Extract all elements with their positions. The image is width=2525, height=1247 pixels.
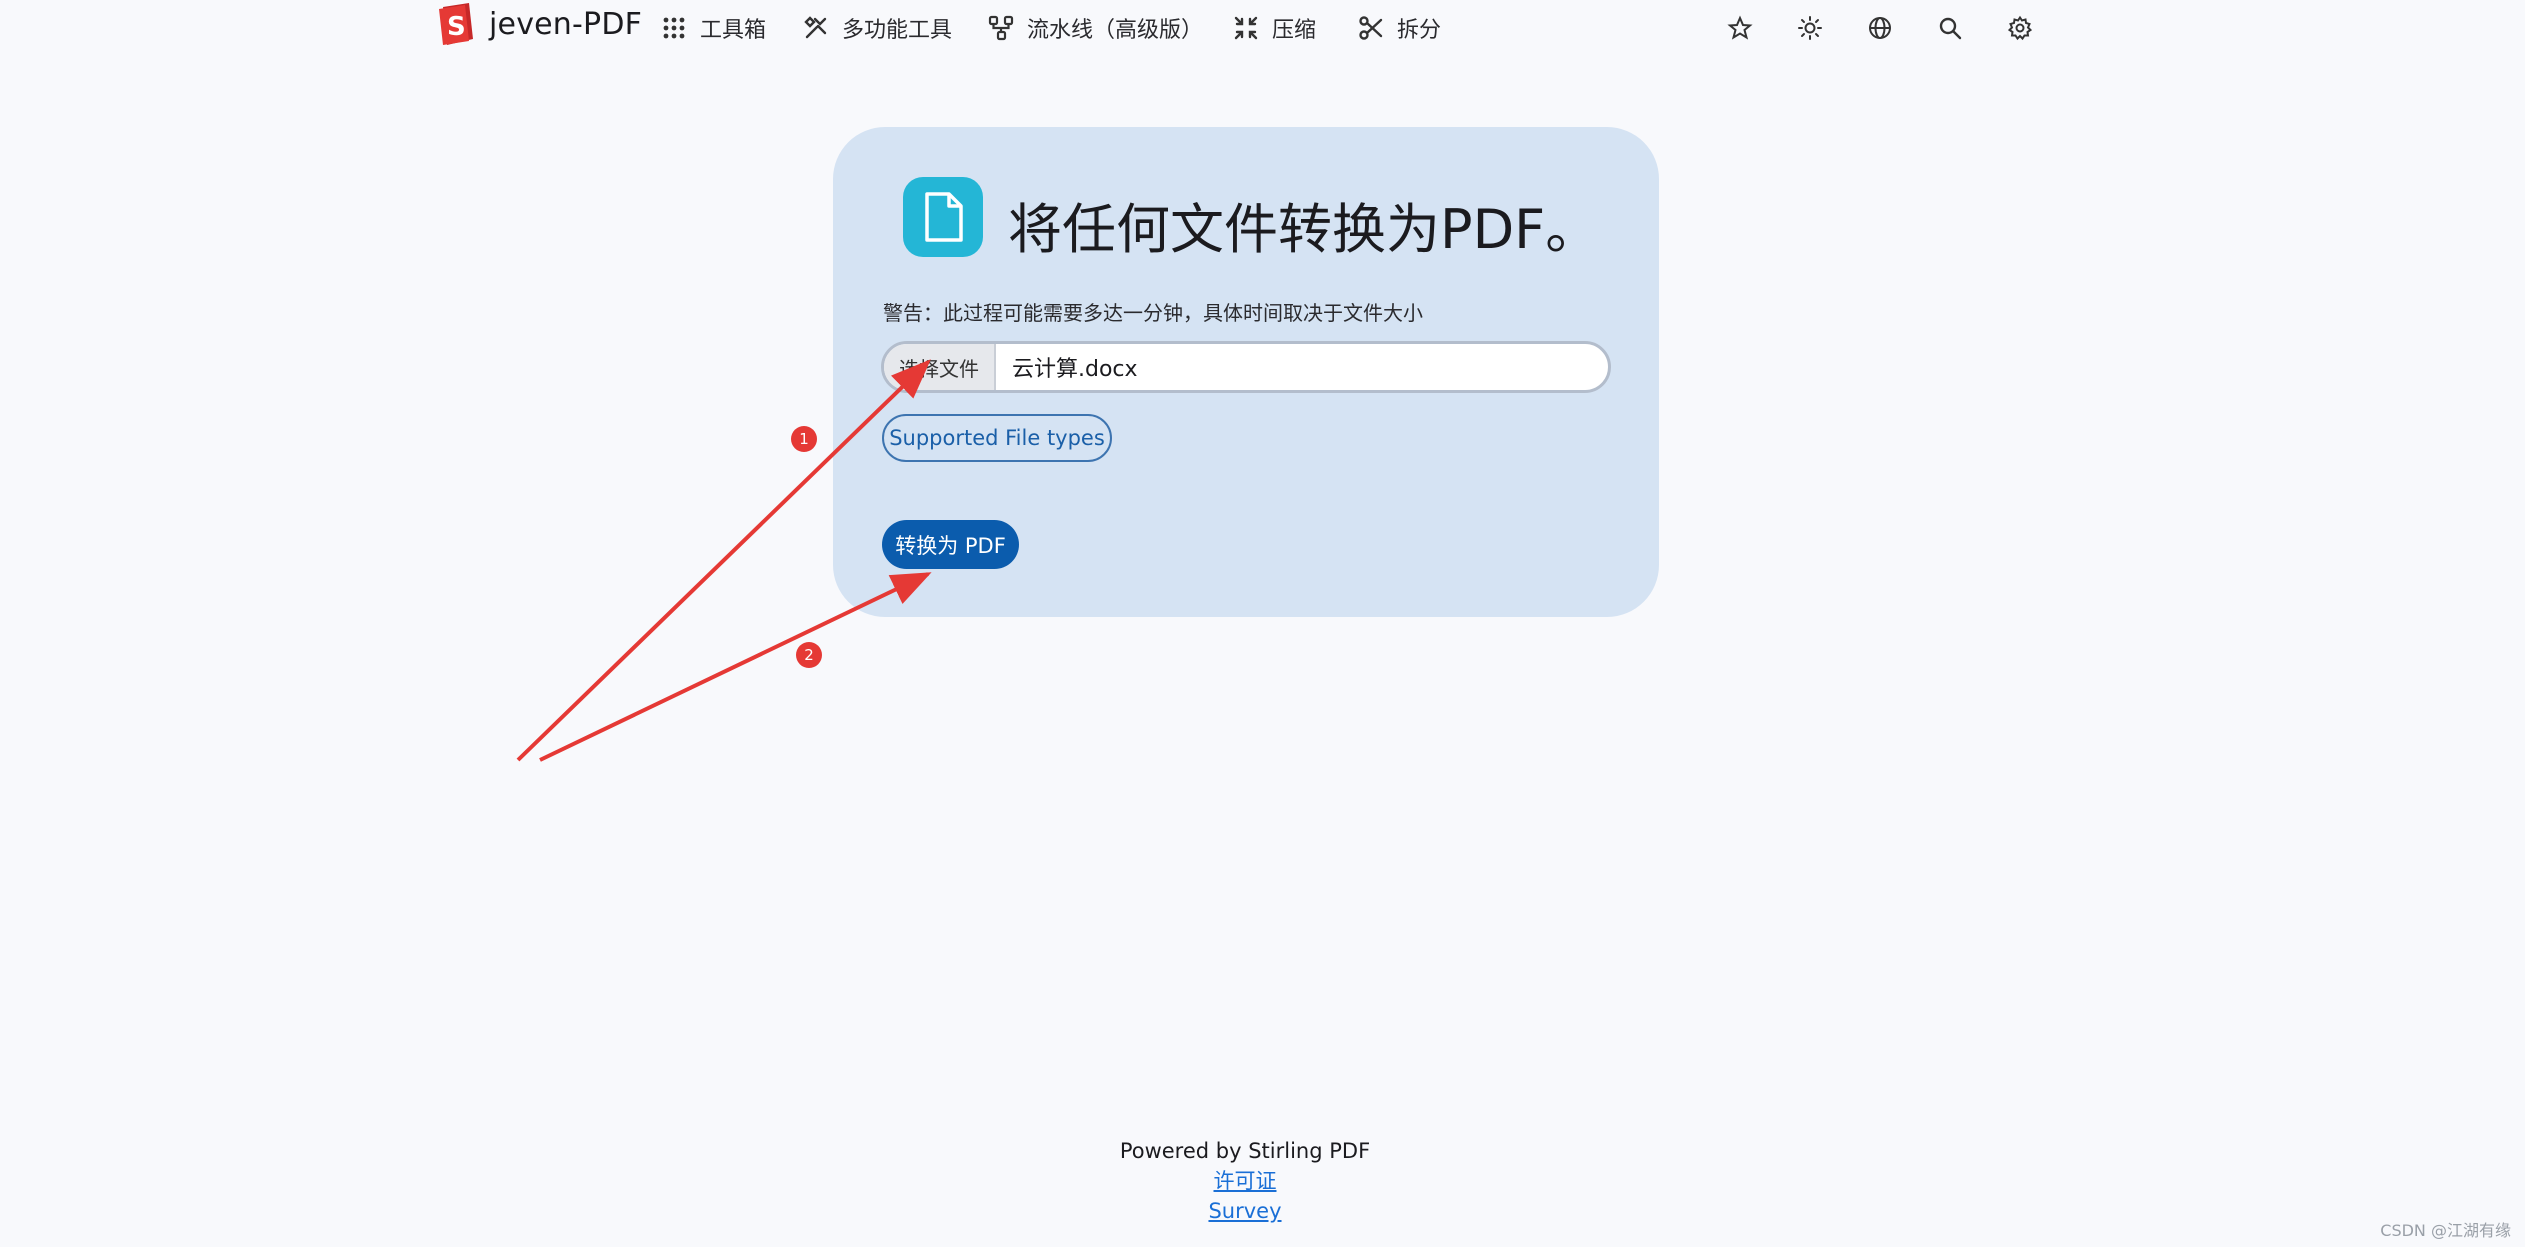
pipeline-icon (988, 15, 1014, 41)
sun-icon (1798, 16, 1822, 40)
nav-tools-label: 工具箱 (700, 18, 767, 43)
theme-toggle-button[interactable] (1795, 13, 1825, 43)
nav-split-label: 拆分 (1397, 18, 1442, 43)
compress-icon (1234, 16, 1258, 40)
brand[interactable]: S jeven-PDF (437, 3, 642, 45)
nav-pipeline[interactable]: 流水线（高级版） (987, 12, 1203, 44)
brand-name: jeven-PDF (489, 6, 643, 42)
file-icon (925, 192, 963, 242)
powered-by-text: Powered by Stirling PDF (1119, 1139, 1371, 1163)
nav-multi-tool-label: 多功能工具 (842, 18, 953, 43)
gear-icon (2007, 15, 2033, 41)
search-button[interactable] (1935, 13, 1965, 43)
language-button[interactable] (1865, 13, 1895, 43)
file-icon-badge (903, 177, 983, 257)
scissors-icon (1359, 16, 1383, 40)
nav-multi-tool[interactable]: 多功能工具 (802, 12, 952, 44)
convert-to-pdf-button[interactable]: 转换为 PDF (882, 520, 1019, 569)
nav-split[interactable]: 拆分 (1357, 12, 1441, 44)
csdn-watermark: CSDN @江湖有缘 (2380, 1221, 2511, 1240)
survey-link[interactable]: Survey (1000, 1196, 1490, 1226)
annotation-badge-2: 2 (796, 642, 822, 668)
star-icon (1727, 15, 1753, 40)
search-icon (1939, 17, 1962, 40)
annotation-badge-1: 1 (791, 426, 817, 452)
svg-text:S: S (447, 12, 466, 42)
nav-tools[interactable]: 工具箱 (660, 12, 766, 44)
warning-text: 警告：此过程可能需要多达一分钟，具体时间取决于文件大小 (883, 301, 1423, 325)
grid-dots-icon (663, 17, 685, 39)
footer: Powered by Stirling PDF 许可证 Survey (1000, 1136, 1490, 1226)
top-navbar: S jeven-PDF 工具箱 多功能工具 流水线（高级版） 压缩 拆分 (0, 0, 2525, 58)
supported-file-types-button[interactable]: Supported File types (882, 414, 1112, 462)
settings-button[interactable] (2005, 13, 2035, 43)
page-title: 将任何文件转换为PDF。 (1008, 198, 1600, 261)
globe-icon (1869, 17, 1891, 39)
tools-icon (804, 16, 827, 39)
stirling-logo-icon: S (439, 3, 473, 45)
favorites-button[interactable] (1725, 13, 1755, 43)
nav-compress[interactable]: 压缩 (1232, 12, 1316, 44)
selected-file-name: 云计算.docx (1012, 357, 1138, 382)
file-input[interactable]: 选择文件 云计算.docx (881, 341, 1611, 393)
nav-pipeline-label: 流水线（高级版） (1027, 18, 1204, 43)
nav-compress-label: 压缩 (1272, 18, 1317, 43)
license-link[interactable]: 许可证 (1000, 1166, 1490, 1196)
choose-file-button[interactable]: 选择文件 (884, 344, 996, 390)
convert-card: 将任何文件转换为PDF。 警告：此过程可能需要多达一分钟，具体时间取决于文件大小… (833, 127, 1659, 617)
